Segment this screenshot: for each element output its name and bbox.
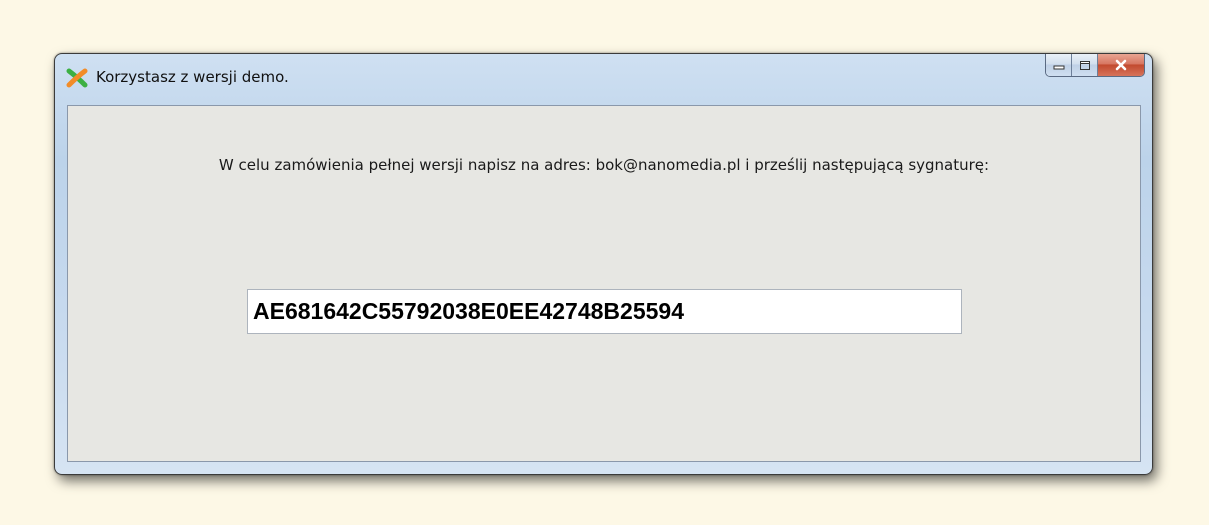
signature-field[interactable] bbox=[247, 289, 962, 334]
title-bar[interactable]: Korzystasz z wersji demo. bbox=[55, 54, 1152, 104]
maximize-icon bbox=[1079, 60, 1090, 70]
dialog-content: W celu zamówienia pełnej wersji napisz n… bbox=[67, 105, 1141, 462]
maximize-button[interactable] bbox=[1072, 54, 1098, 76]
window-controls bbox=[1045, 54, 1145, 77]
demo-dialog-window: Korzystasz z wersji demo. W celu zamówie… bbox=[54, 53, 1153, 475]
app-icon bbox=[66, 68, 88, 88]
close-icon bbox=[1115, 59, 1127, 71]
close-button[interactable] bbox=[1098, 54, 1144, 76]
minimize-button[interactable] bbox=[1046, 54, 1072, 76]
window-title: Korzystasz z wersji demo. bbox=[96, 68, 289, 86]
minimize-icon bbox=[1053, 65, 1064, 70]
instruction-text: W celu zamówienia pełnej wersji napisz n… bbox=[218, 156, 990, 174]
